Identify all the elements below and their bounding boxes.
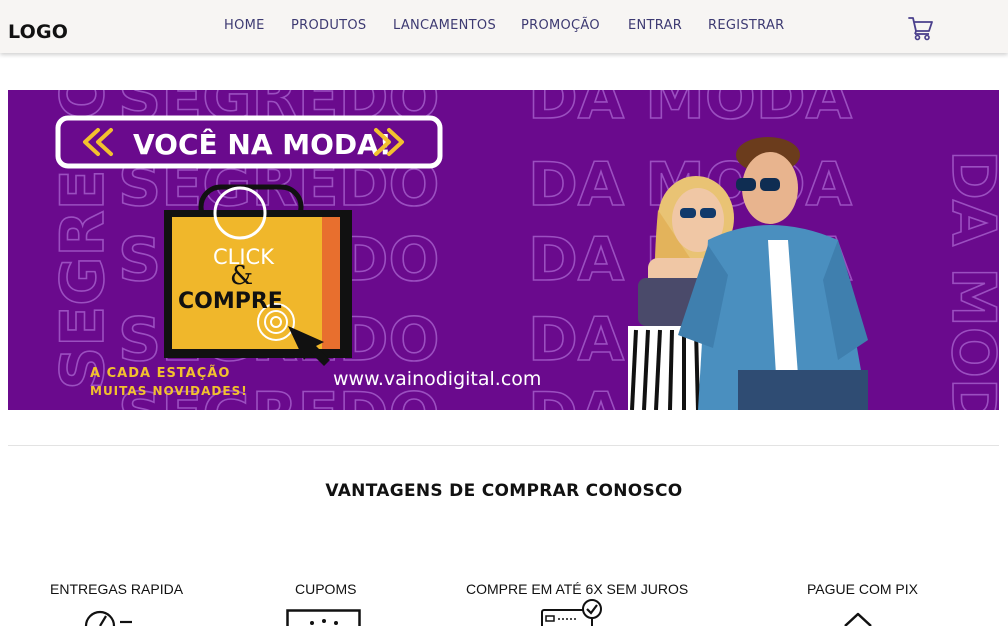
shopping-bag-illustration bbox=[164, 184, 352, 366]
shopping-cart-icon[interactable] bbox=[908, 15, 934, 41]
advantage-label-pix: PAGUE COM PIX bbox=[807, 581, 918, 597]
credit-card-check-icon bbox=[540, 598, 606, 626]
navbar: LOGO HOME PRODUTOS LANCAMENTOS PROMOÇÃO … bbox=[0, 0, 1008, 53]
nav-registrar[interactable]: REGISTRAR bbox=[708, 18, 784, 33]
nav-home[interactable]: HOME bbox=[224, 18, 265, 33]
coupon-icon bbox=[286, 609, 362, 626]
advantage-label-entregas: ENTREGAS RAPIDA bbox=[50, 581, 184, 597]
stopwatch-icon bbox=[82, 602, 134, 626]
banner-url: www.vainodigital.com bbox=[333, 368, 541, 390]
headline: VOCÊ NA MODA! bbox=[133, 127, 392, 161]
logo[interactable]: LOGO bbox=[8, 21, 68, 43]
tagline-2: MUITAS NOVIDADES! bbox=[90, 384, 248, 398]
nav-entrar[interactable]: ENTRAR bbox=[628, 18, 682, 33]
bag-text-compre: COMPRE bbox=[178, 289, 283, 314]
bg-word-da-moda-vertical: DA MODA bbox=[938, 150, 999, 410]
advantage-label-parcelamento: COMPRE EM ATÉ 6X SEM JUROS bbox=[466, 581, 689, 597]
bg-word-da-moda: DA MODA bbox=[528, 90, 853, 133]
hero-banner[interactable]: SEGREDO DA MODA SEGREDO DA MODA SEGREDO … bbox=[8, 90, 999, 410]
advantage-label-cupoms: CUPOMS bbox=[295, 581, 357, 597]
nav-promocao[interactable]: PROMOÇÃO bbox=[521, 18, 600, 33]
pix-icon bbox=[842, 612, 874, 626]
advantages-title: VANTAGENS DE COMPRAR CONOSCO bbox=[325, 481, 683, 501]
section-divider bbox=[8, 445, 999, 446]
bag-text-ampersand: & bbox=[230, 261, 253, 291]
nav-lancamentos[interactable]: LANCAMENTOS bbox=[393, 18, 496, 33]
tagline-1: A CADA ESTAÇÃO bbox=[90, 365, 230, 381]
nav-produtos[interactable]: PRODUTOS bbox=[291, 18, 366, 33]
